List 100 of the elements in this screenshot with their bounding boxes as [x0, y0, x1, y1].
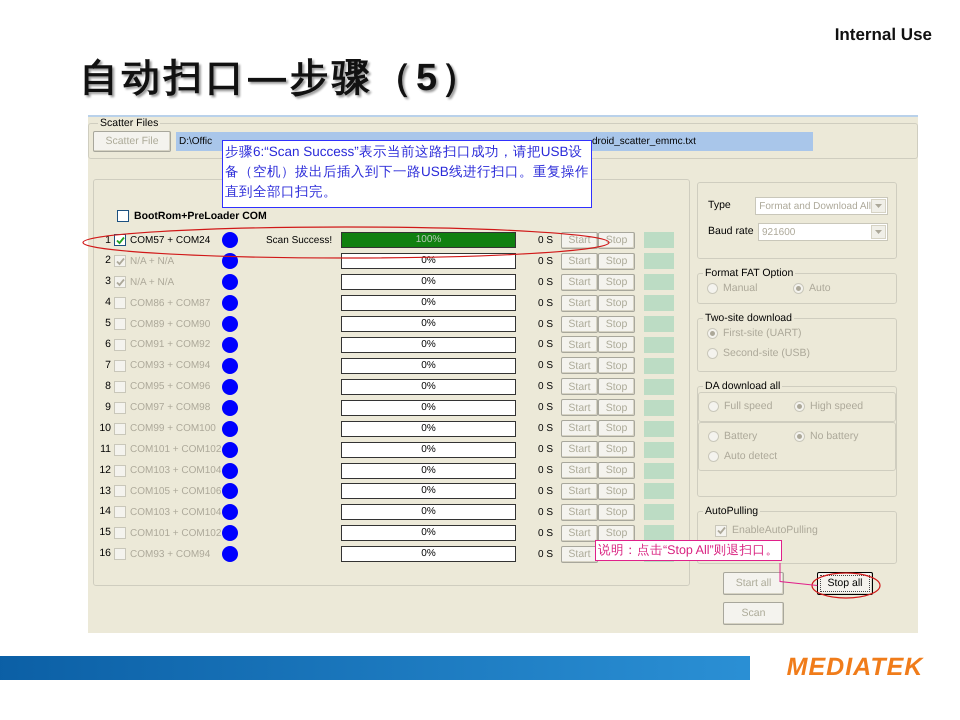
row-number: 12: [98, 462, 112, 478]
row-number: 1: [104, 232, 112, 248]
highlight-ellipse: [811, 572, 881, 599]
radio-label: No battery: [810, 428, 858, 444]
progress-bar: 0%: [341, 400, 516, 416]
start-button[interactable]: Start: [561, 232, 598, 249]
group-label: Two-site download: [704, 312, 793, 324]
port-label: COM57 + COM24: [130, 234, 212, 248]
status-dot: [222, 525, 238, 542]
progress-bar: 0%: [341, 546, 516, 562]
radio-label: First-site (UART): [723, 326, 802, 341]
elapsed-time: 0 S: [536, 464, 553, 478]
port-label: COM95 + COM96: [130, 380, 212, 394]
progress-bar: 100%: [341, 232, 516, 248]
row-number: 4: [104, 295, 112, 310]
status-dot: [222, 442, 238, 458]
row-number: 8: [104, 378, 112, 394]
status-indicator: [644, 442, 674, 458]
field-label: Baud rate: [708, 224, 755, 240]
radio-label: Second-site (USB): [723, 346, 810, 361]
caret-icon: [875, 204, 882, 208]
port-label: COM93 + COM94: [130, 548, 212, 562]
row-number: 7: [104, 358, 112, 374]
status-dot: [222, 253, 238, 270]
slide-title: 自动扫口—步骤（5）: [80, 57, 484, 99]
elapsed-time: 0 S: [536, 318, 553, 332]
port-label: COM103 + COM104: [130, 506, 222, 520]
status-dot: [222, 274, 238, 290]
port-label: COM97 + COM98: [130, 401, 212, 416]
status-indicator: [644, 295, 674, 312]
port-label: COM89 + COM90: [130, 318, 212, 332]
port-label: COM93 + COM94: [130, 359, 212, 374]
row-number: 15: [98, 525, 112, 540]
progress-bar: 0%: [341, 420, 516, 437]
port-label: COM101 + COM102: [130, 443, 222, 458]
progress-bar: 0%: [341, 504, 516, 520]
group-label: AutoPulling: [704, 505, 760, 517]
status-indicator: [644, 316, 674, 332]
status-dot: [222, 336, 238, 353]
radio-label: High speed: [810, 399, 864, 414]
callout-note: 步骤6:“Scan Success”表示当前这路扫口成功，请把USB设备（空机）拔出后插入到下一路USB线进行扫口。重复操作直到全部口扫完。: [222, 140, 592, 208]
elapsed-time: 0 S: [536, 484, 553, 499]
radio-label: Auto detect: [724, 448, 778, 464]
path-text: droid_scatter_emmc.txt: [592, 135, 696, 149]
status-indicator: [644, 525, 674, 542]
elapsed-time: 0 S: [536, 234, 553, 248]
status-indicator: [644, 483, 674, 500]
checkbox[interactable]: [117, 210, 129, 222]
row-number: 11: [99, 442, 112, 457]
status-dot: [222, 295, 238, 312]
progress-bar: 0%: [341, 336, 516, 353]
status-dot: [222, 504, 238, 520]
port-label: COM103 + COM104: [130, 464, 222, 478]
elapsed-time: 0 S: [536, 276, 553, 290]
progress-bar: 0%: [341, 295, 516, 312]
callout-note: 说明：点击“Stop All”则退扫口。: [595, 540, 782, 561]
progress-bar: 0%: [341, 274, 516, 290]
group-label: Format FAT Option: [704, 267, 794, 279]
elapsed-time: 0 S: [536, 338, 553, 352]
progress-bar: 0%: [341, 378, 516, 395]
stop-button[interactable]: Stop: [598, 232, 635, 249]
elapsed-time: 0 S: [536, 422, 553, 436]
stop-all-button[interactable]: Stop all: [817, 572, 873, 595]
elapsed-time: 0 S: [536, 506, 553, 520]
row-number: 14: [98, 504, 112, 520]
caret-icon: [875, 230, 882, 234]
checkbox[interactable]: [114, 234, 126, 246]
progress-bar: 0%: [341, 316, 516, 332]
port-label: N/A + N/A: [130, 254, 176, 269]
row-number: 9: [104, 400, 112, 415]
port-label: COM101 + COM102: [130, 526, 222, 541]
elapsed-time: 0 S: [536, 254, 553, 269]
status-indicator: [644, 378, 674, 395]
status-text: Scan Success!: [266, 234, 332, 246]
row-number: 13: [98, 484, 112, 499]
radio-label: Manual: [723, 281, 758, 296]
status-dot: [222, 462, 238, 479]
elapsed-time: 0 S: [536, 401, 553, 416]
header-label: Internal Use: [834, 25, 932, 44]
elapsed-time: 0 S: [536, 380, 553, 394]
status-indicator: [644, 420, 674, 437]
company-logo: MEDIATEK: [786, 653, 924, 682]
elapsed-time: 0 S: [536, 526, 553, 541]
progress-bar: 0%: [341, 462, 516, 479]
status-indicator: [644, 336, 674, 353]
elapsed-time: 0 S: [536, 359, 553, 374]
progress-bar: 0%: [341, 358, 516, 374]
status-dot: [222, 483, 238, 500]
row-number: 6: [104, 337, 112, 352]
status-indicator: [644, 462, 674, 479]
status-dot: [222, 546, 238, 562]
elapsed-time: 0 S: [536, 548, 553, 562]
field-label: Type: [708, 198, 732, 214]
status-indicator: [644, 358, 674, 374]
port-label: COM86 + COM87: [130, 296, 212, 311]
group-label: Scatter Files: [99, 117, 160, 129]
status-indicator: [644, 400, 674, 416]
row-number: 16: [98, 546, 112, 562]
leader-line: [778, 563, 817, 586]
status-dot: [222, 358, 238, 374]
